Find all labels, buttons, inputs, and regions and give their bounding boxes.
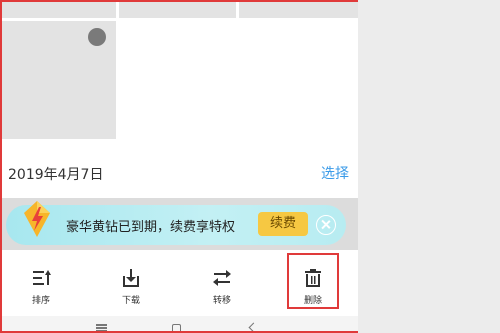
select-button[interactable]: 选择 [321,163,349,183]
photo-thumbnail[interactable] [119,0,236,18]
menu-icon[interactable] [96,324,107,332]
phone-screen: 2019年4月7日 选择 豪华黄钻已到期，续费享特权 续费 排序 下载 转移 删… [0,0,358,333]
sort-label: 排序 [31,296,50,306]
photo-thumbnail[interactable] [239,0,358,18]
transfer-button[interactable]: 转移 [187,256,257,316]
back-icon[interactable] [248,322,259,333]
renew-button[interactable]: 续费 [258,212,308,236]
home-icon[interactable] [172,324,181,333]
system-nav-bar [0,316,358,333]
date-header: 2019年4月7日 [8,167,104,183]
background-panel [358,0,500,333]
transfer-icon [213,270,231,286]
banner-message: 豪华黄钻已到期，续费享特权 [66,220,236,235]
sort-icon [33,270,51,285]
photo-thumbnail[interactable] [0,0,116,18]
close-icon[interactable] [316,215,336,235]
sort-button[interactable]: 排序 [6,256,76,316]
yellow-diamond-icon [24,201,50,237]
transfer-label: 转移 [212,296,231,306]
download-button[interactable]: 下载 [96,256,166,316]
delete-highlight-box [287,253,339,309]
photo-select-indicator[interactable] [88,28,106,46]
download-label: 下载 [121,296,140,306]
download-icon [123,269,139,287]
